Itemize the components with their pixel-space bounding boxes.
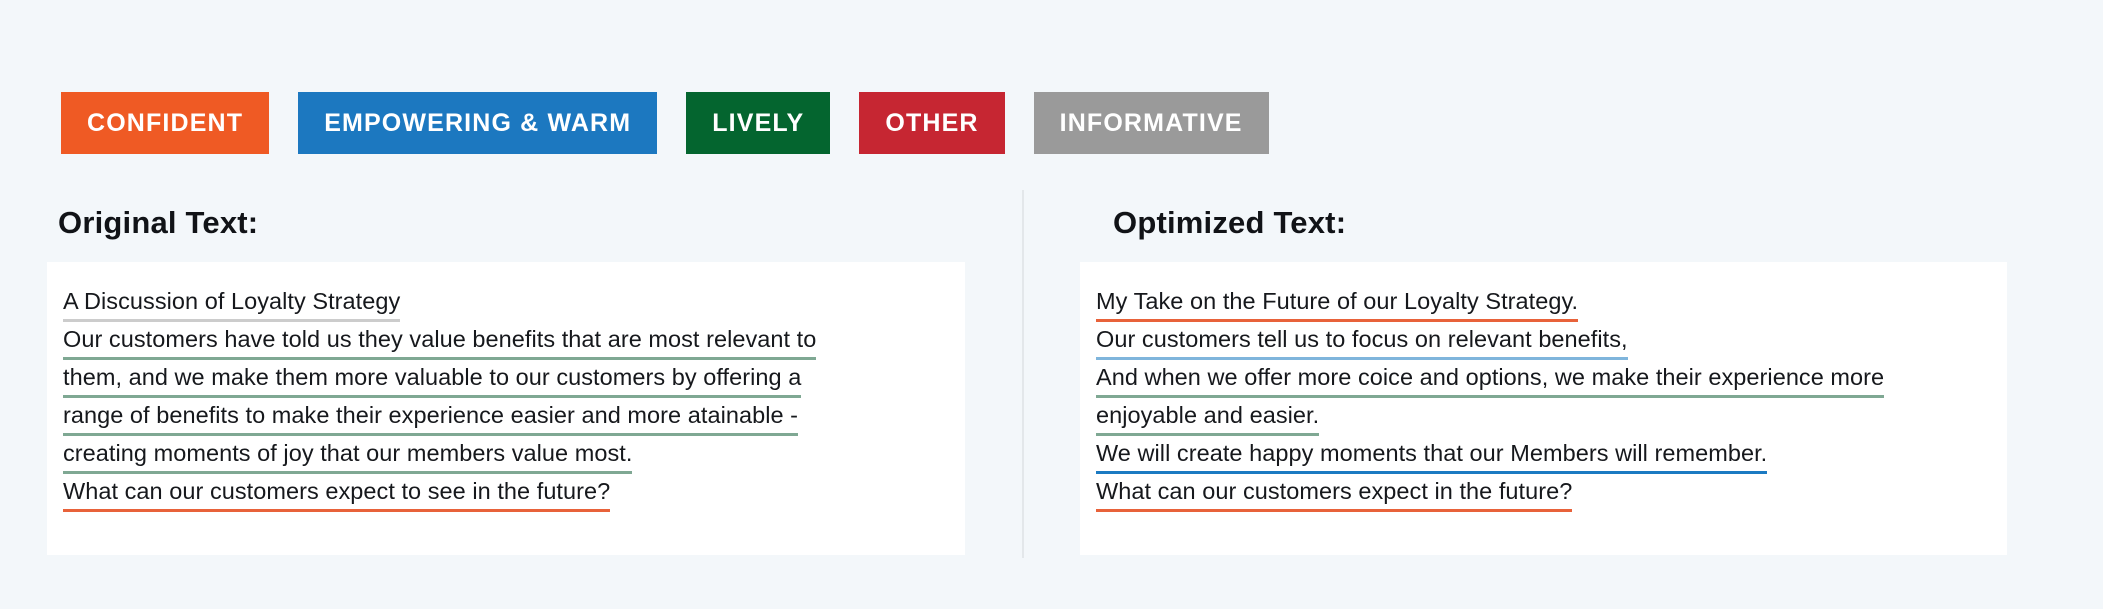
text-line-content: A Discussion of Loyalty Strategy bbox=[63, 288, 401, 322]
optimized-line-list: My Take on the Future of our Loyalty Str… bbox=[1080, 284, 2007, 512]
tone-badge-empowering-warm[interactable]: EMPOWERING & WARM bbox=[298, 92, 658, 154]
text-line-content: them, and we make them more valuable to … bbox=[63, 364, 802, 398]
text-line: A Discussion of Loyalty Strategy bbox=[63, 284, 965, 322]
original-text-panel: A Discussion of Loyalty Strategy Our cust… bbox=[47, 262, 965, 555]
original-line-list: A Discussion of Loyalty Strategy Our cust… bbox=[47, 284, 965, 512]
text-line: What can our customers expect to see in … bbox=[63, 474, 965, 512]
text-line-content: And when we offer more coice and options… bbox=[1096, 364, 1885, 398]
text-line: We will create happy moments that our Me… bbox=[1096, 436, 2007, 474]
text-line: My Take on the Future of our Loyalty Str… bbox=[1096, 284, 2007, 322]
text-line-content: What can our customers expect in the fut… bbox=[1096, 478, 1573, 512]
text-line-content: Our customers tell us to focus on releva… bbox=[1096, 326, 1628, 360]
text-line-content: My Take on the Future of our Loyalty Str… bbox=[1096, 288, 1579, 322]
tone-badge-lively[interactable]: LIVELY bbox=[686, 92, 831, 154]
text-line: And when we offer more coice and options… bbox=[1096, 360, 2007, 398]
text-line: them, and we make them more valuable to … bbox=[63, 360, 965, 398]
text-line: Our customers tell us to focus on releva… bbox=[1096, 322, 2007, 360]
text-line-content: We will create happy moments that our Me… bbox=[1096, 440, 1768, 474]
tone-badge-informative[interactable]: INFORMATIVE bbox=[1033, 92, 1269, 154]
text-line-content: What can our customers expect to see in … bbox=[63, 478, 611, 512]
tone-legend: CONFIDENT EMPOWERING & WARM LIVELY OTHER INF… bbox=[61, 92, 1269, 154]
text-line: range of benefits to make their experien… bbox=[63, 398, 965, 436]
tone-badge-confident[interactable]: CONFIDENT bbox=[61, 92, 270, 154]
original-text-heading: Original Text: bbox=[58, 205, 259, 240]
optimized-text-heading: Optimized Text: bbox=[1113, 205, 1347, 240]
text-line: Our customers have told us they value be… bbox=[63, 322, 965, 360]
tone-badge-other[interactable]: OTHER bbox=[859, 92, 1005, 154]
text-line-content: Our customers have told us they value be… bbox=[63, 326, 817, 360]
text-line-content: range of benefits to make their experien… bbox=[63, 402, 799, 436]
text-line: What can our customers expect in the fut… bbox=[1096, 474, 2007, 512]
text-line: enjoyable and easier. bbox=[1096, 398, 2007, 436]
text-line: creating moments of joy that our members… bbox=[63, 436, 965, 474]
column-divider bbox=[1022, 190, 1024, 558]
text-line-content: creating moments of joy that our members… bbox=[63, 440, 633, 474]
text-line-content: enjoyable and easier. bbox=[1096, 402, 1320, 436]
optimized-text-panel: My Take on the Future of our Loyalty Str… bbox=[1080, 262, 2007, 555]
